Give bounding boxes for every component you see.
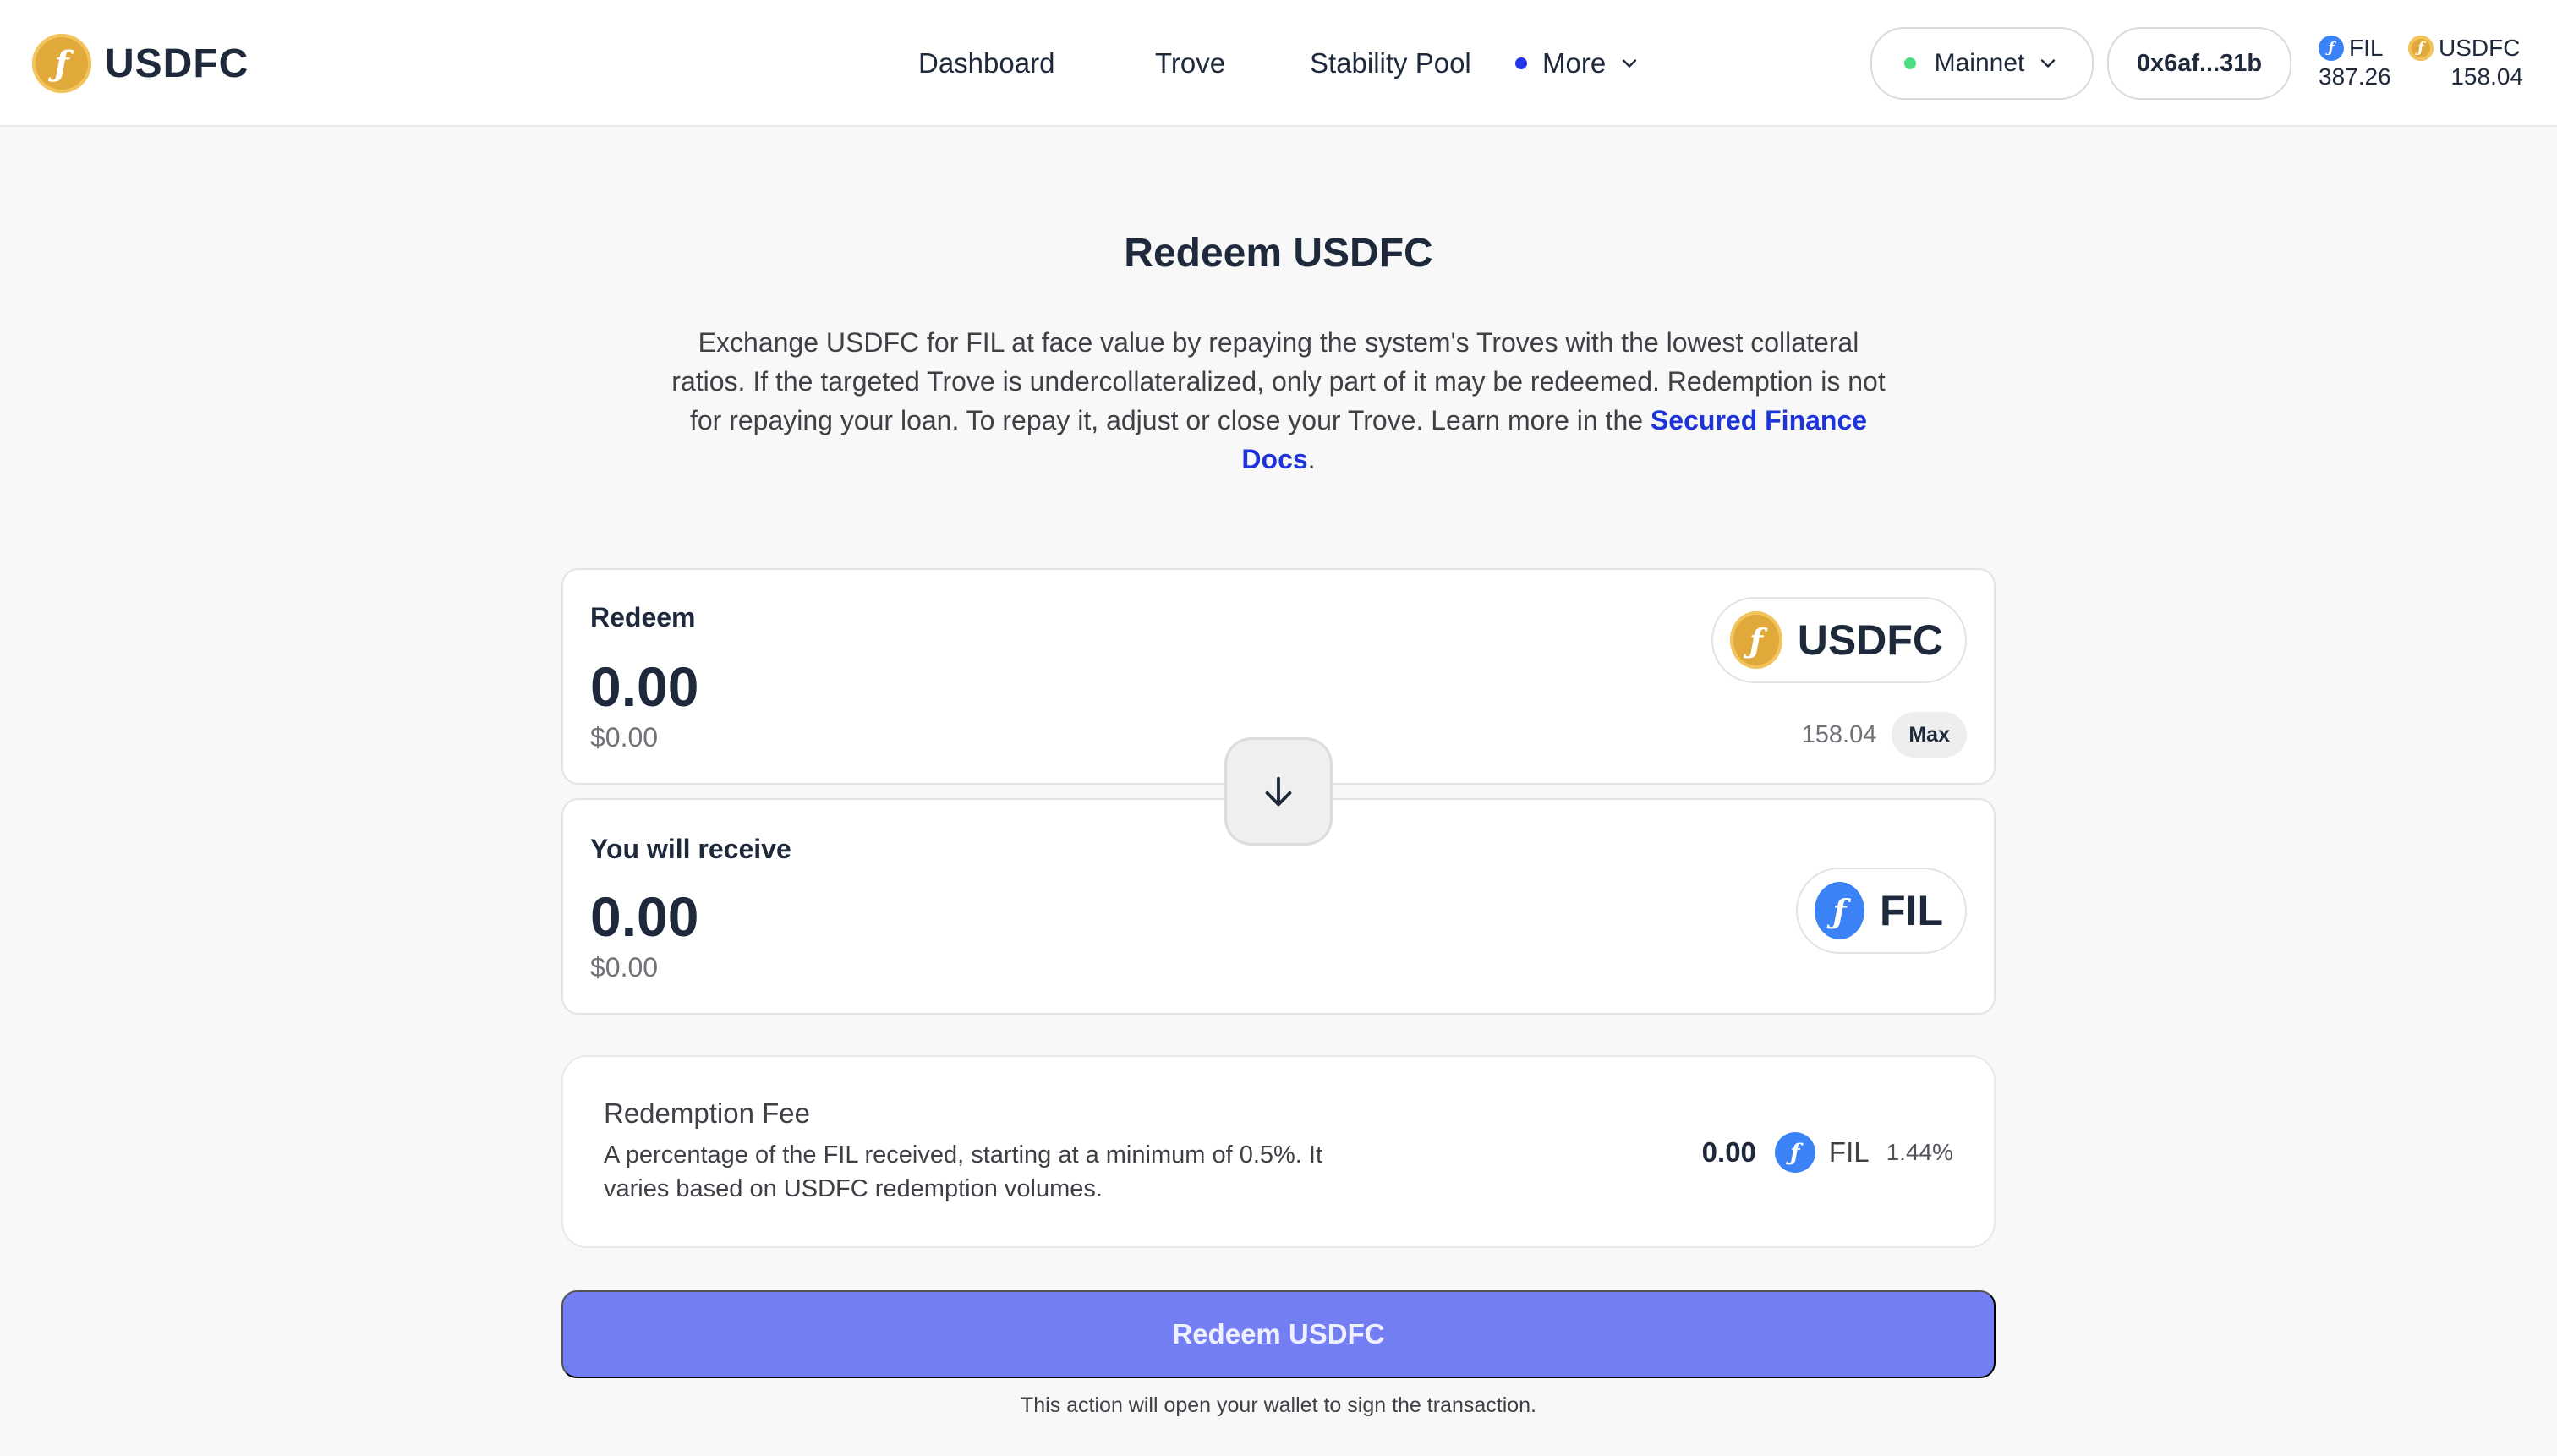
redeem-amount-input[interactable]: 0.00 <box>590 654 698 719</box>
nav-more-label: More <box>1542 47 1607 79</box>
usdfc-balance-symbol: USDFC <box>2439 35 2521 61</box>
fil-balance-amount: 387.26 <box>2319 63 2391 90</box>
top-header: ƒ USDFC Dashboard Trove Stability Pool M… <box>0 0 2557 127</box>
redeem-balance-row: 158.04 Max <box>1802 712 1967 758</box>
redemption-fee-card: Redemption Fee A percentage of the FIL r… <box>561 1055 1996 1248</box>
usdfc-balance: ƒ USDFC 158.04 <box>2408 34 2523 91</box>
network-name: Mainnet <box>1934 49 2025 77</box>
wallet-address-button[interactable]: 0x6af...31b <box>2107 27 2291 100</box>
notification-dot <box>1515 57 1527 69</box>
fee-percent: 1.44% <box>1886 1139 1953 1165</box>
arrow-down-icon <box>1265 776 1292 807</box>
chevron-down-icon <box>2041 59 2056 68</box>
nav-dashboard[interactable]: Dashboard <box>918 41 1054 86</box>
receive-label: You will receive <box>590 834 791 864</box>
redeem-usdfc-button[interactable]: Redeem USDFC <box>561 1290 1996 1378</box>
swap-direction-button[interactable] <box>1224 737 1333 846</box>
redeem-usd-value: $0.00 <box>590 722 659 753</box>
chevron-down-icon <box>1623 59 1637 68</box>
description-end: . <box>1307 444 1316 474</box>
nav-stability-pool[interactable]: Stability Pool <box>1310 41 1471 86</box>
redeem-token-name: USDFC <box>1797 616 1943 664</box>
usdfc-balance-amount: 158.04 <box>2450 63 2523 90</box>
brand-logo[interactable]: ƒ USDFC <box>32 32 249 95</box>
nav-trove[interactable]: Trove <box>1155 41 1225 86</box>
redeem-label: Redeem <box>590 602 696 632</box>
fee-amount: 0.00 <box>1701 1136 1756 1168</box>
wallet-sign-note: This action will open your wallet to sig… <box>1020 1393 1537 1417</box>
fee-token: FIL <box>1828 1136 1870 1168</box>
page-title: Redeem USDFC <box>1124 231 1433 276</box>
page-description: Exchange USDFC for FIL at face value by … <box>660 323 1897 479</box>
fee-description: A percentage of the FIL received, starti… <box>604 1141 1323 1202</box>
brand-name: USDFC <box>105 41 249 86</box>
receive-usd-value: $0.00 <box>590 952 659 983</box>
fil-coin-icon: ƒ <box>2319 36 2344 61</box>
fil-coin-icon: ƒ <box>1774 1132 1815 1173</box>
fee-summary: 0.00 ƒ FIL 1.44% <box>1702 1131 1953 1174</box>
redeem-available-balance: 158.04 <box>1801 720 1877 748</box>
network-status-dot <box>1903 57 1916 69</box>
fil-balance-symbol: FIL <box>2349 35 2384 61</box>
usdfc-coin-icon: ƒ <box>2408 36 2434 61</box>
receive-amount: 0.00 <box>590 885 699 948</box>
usdfc-coin-icon: ƒ <box>1730 611 1782 669</box>
fil-coin-icon: ƒ <box>1815 882 1865 939</box>
receive-token-name: FIL <box>1880 887 1943 934</box>
fee-title: Redemption Fee <box>604 1097 810 1129</box>
fil-balance: ƒ FIL 387.26 <box>2319 34 2391 91</box>
receive-token-badge: ƒ FIL <box>1796 868 1967 954</box>
max-button[interactable]: Max <box>1892 712 1967 758</box>
network-selector[interactable]: Mainnet <box>1870 27 2094 100</box>
redeem-token-selector[interactable]: ƒ USDFC <box>1711 597 1967 683</box>
usdfc-logo-icon: ƒ <box>32 34 91 93</box>
nav-more-menu[interactable]: More <box>1515 41 1641 86</box>
